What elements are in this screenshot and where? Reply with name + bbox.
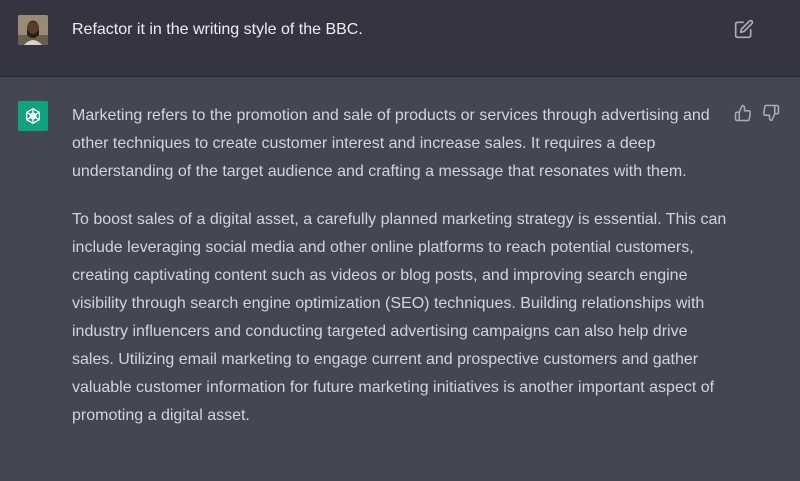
user-message-row: Refactor it in the writing style of the …	[0, 0, 800, 77]
edit-icon	[734, 19, 754, 39]
user-avatar	[18, 15, 48, 45]
answer-paragraph-1: Marketing refers to the promotion and sa…	[72, 107, 710, 180]
user-message-text: Refactor it in the writing style of the …	[72, 21, 363, 38]
user-avatar-photo-icon	[18, 15, 48, 45]
assistant-avatar	[18, 101, 48, 131]
thumbs-up-button[interactable]	[734, 104, 754, 124]
thumbs-down-button[interactable]	[762, 104, 782, 124]
answer-paragraph-2: To boost sales of a digital asset, a car…	[72, 211, 727, 424]
assistant-message-text: Marketing refers to the promotion and sa…	[72, 102, 732, 450]
edit-message-button[interactable]	[734, 19, 754, 39]
thumbs-down-icon	[763, 104, 780, 122]
chatgpt-logo-icon	[26, 108, 40, 125]
thumbs-up-icon	[734, 104, 751, 122]
assistant-message-row: Marketing refers to the promotion and sa…	[0, 77, 800, 481]
